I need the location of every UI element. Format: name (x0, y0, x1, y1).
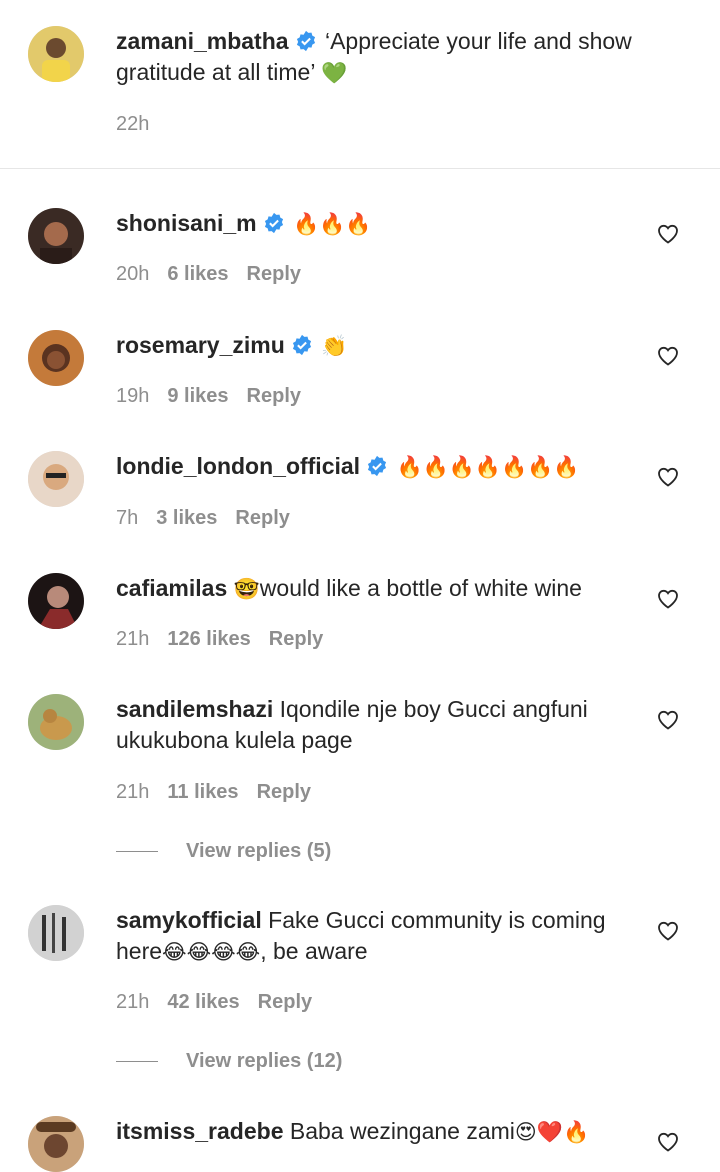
username[interactable]: samykofficial (116, 907, 262, 933)
username[interactable]: zamani_mbatha (116, 28, 289, 54)
comment-text: londie_london_official 🔥🔥🔥🔥🔥🔥🔥 (116, 451, 646, 483)
comment-body: Baba wezingane zami (289, 1118, 515, 1144)
comment-meta: 21h 126 likes Reply (116, 627, 341, 651)
username[interactable]: londie_london_official (116, 453, 360, 479)
timestamp: 21h (116, 781, 150, 803)
heart-eyes-emoji: 😍❤️🔥 (514, 1120, 590, 1144)
avatar[interactable] (28, 905, 84, 961)
avatar[interactable] (28, 26, 84, 82)
reply-button[interactable]: Reply (269, 627, 323, 651)
caption-meta: 22h (116, 112, 167, 136)
heart-icon[interactable] (656, 1130, 680, 1154)
timestamp: 19h (116, 385, 150, 407)
comment-text: itsmiss_radebe Baba wezingane zami😍❤️🔥 (116, 1116, 646, 1148)
verified-badge-icon (366, 455, 388, 477)
verified-badge-icon (291, 334, 313, 356)
heart-icon[interactable] (656, 344, 680, 368)
comment-text: shonisani_m 🔥🔥🔥 (116, 208, 646, 240)
comment-meta: 21h 11 likes Reply (116, 780, 329, 804)
divider-line (116, 851, 158, 853)
username[interactable]: sandilemshazi (116, 696, 273, 722)
username[interactable]: itsmiss_radebe (116, 1118, 283, 1144)
reply-button[interactable]: Reply (247, 384, 301, 408)
laughing-emoji: 😂😂😂😂 (162, 940, 261, 964)
comment-text: sandilemshazi Iqondile nje boy Gucci ang… (116, 694, 646, 756)
likes-count[interactable]: 126 likes (167, 627, 250, 651)
username[interactable]: rosemary_zimu (116, 332, 285, 358)
divider-line (116, 1061, 158, 1063)
reply-button[interactable]: Reply (258, 990, 312, 1014)
clapping-emoji: 👏 (321, 334, 348, 358)
avatar[interactable] (28, 694, 84, 750)
reply-button[interactable]: Reply (247, 262, 301, 286)
timestamp: 21h (116, 628, 150, 650)
view-replies-label: View replies (12) (186, 1050, 343, 1072)
likes-count[interactable]: 3 likes (156, 506, 217, 530)
view-replies-label: View replies (5) (186, 840, 332, 862)
avatar[interactable] (28, 573, 84, 629)
likes-count[interactable]: 6 likes (167, 262, 228, 286)
comment-text: rosemary_zimu 👏 (116, 330, 646, 362)
timestamp: 22h (116, 113, 150, 135)
reply-button[interactable]: Reply (257, 780, 311, 804)
nerd-face-emoji: 🤓 (233, 577, 260, 601)
comment-meta: 19h 9 likes Reply (116, 384, 319, 408)
heart-icon[interactable] (656, 222, 680, 246)
fire-emoji: 🔥🔥🔥 (293, 212, 372, 236)
view-replies-button[interactable]: View replies (5) (116, 840, 331, 863)
verified-badge-icon (295, 30, 317, 52)
likes-count[interactable]: 11 likes (167, 780, 238, 804)
comment-meta: 7h 3 likes Reply (116, 506, 308, 530)
comment-meta: 20h 6 likes Reply (116, 262, 319, 286)
heart-icon[interactable] (656, 587, 680, 611)
comment-meta: 21h 42 likes Reply (116, 990, 330, 1014)
avatar[interactable] (28, 1116, 84, 1172)
comment-body-end: , be aware (260, 938, 368, 964)
green-heart-emoji: 💚 (320, 61, 348, 85)
avatar[interactable] (28, 451, 84, 507)
heart-icon[interactable] (656, 465, 680, 489)
heart-icon[interactable] (656, 708, 680, 732)
caption-text: zamani_mbatha ‘Appreciate your life and … (116, 26, 646, 89)
heart-icon[interactable] (656, 919, 680, 943)
comment-text: cafiamilas 🤓would like a bottle of white… (116, 573, 646, 605)
username[interactable]: shonisani_m (116, 210, 257, 236)
post-caption: zamani_mbatha ‘Appreciate your life and … (0, 0, 720, 169)
timestamp: 7h (116, 507, 139, 529)
comment-text: samykofficial Fake Gucci community is co… (116, 905, 646, 968)
timestamp: 20h (116, 263, 150, 285)
view-replies-button[interactable]: View replies (12) (116, 1050, 342, 1073)
avatar[interactable] (28, 330, 84, 386)
comment-body: would like a bottle of white wine (259, 575, 582, 601)
username[interactable]: cafiamilas (116, 575, 227, 601)
verified-badge-icon (263, 212, 285, 234)
timestamp: 21h (116, 991, 150, 1013)
fire-emoji: 🔥🔥🔥🔥🔥🔥🔥 (396, 455, 580, 479)
likes-count[interactable]: 9 likes (167, 384, 228, 408)
avatar[interactable] (28, 208, 84, 264)
reply-button[interactable]: Reply (235, 506, 289, 530)
likes-count[interactable]: 42 likes (167, 990, 239, 1014)
